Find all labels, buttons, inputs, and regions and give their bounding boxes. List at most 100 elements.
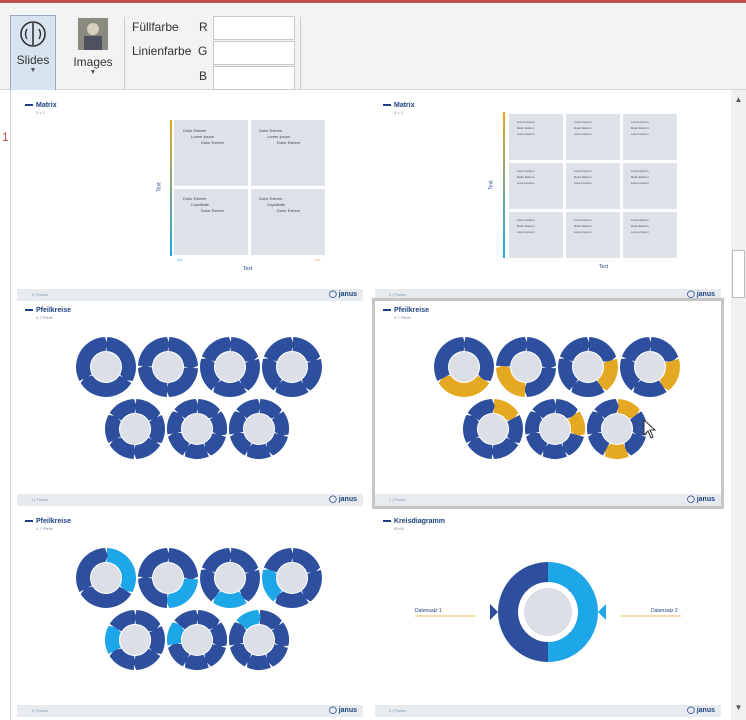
slide-subtitle: 50/50 [394, 526, 405, 531]
cell-text: Lorem Ipsum [191, 134, 215, 139]
y-axis [503, 112, 505, 258]
x-axis-label: Text [599, 264, 609, 270]
slide-thumbnail-1[interactable]: Matrix 3 x 2 Dolor Estrem Lorem Ipsum Do… [17, 96, 363, 301]
slide-subtitle: 3 x 3 [394, 110, 403, 115]
cell-text: Lorem Ipsum [631, 169, 649, 173]
matrix-cell: Lorem Ipsum Dolor Estrem Lorem Ipsum [623, 114, 677, 160]
cell-text: Lorem Ipsum [267, 134, 291, 139]
cell-text: Dolor Estrem [631, 126, 649, 130]
cell-text: Lorem Ipsum [517, 120, 535, 124]
slide-footer: 1 | Footer ◯ janus [375, 494, 721, 506]
cell-text: Lorem Ipsum [574, 230, 592, 234]
slide-footer: 1 | Footer ◯ janus [17, 289, 363, 301]
matrix-cell: Lorem Ipsum Dolor Estrem Lorem Ipsum [623, 163, 677, 209]
cell-text: Dolor Estrem [201, 208, 225, 213]
data-label-right: Datensatz 2 [651, 608, 678, 614]
x-axis-low: Text [177, 258, 183, 262]
slide-thumbnail-5[interactable]: Pfeilkreise 3-7 Pfeile 1 | Footer ◯ janus [17, 512, 363, 717]
cell-text: Lorem Ipsum [631, 120, 649, 124]
g-label: G [198, 44, 208, 58]
cell-text: Dolor Estrem [574, 126, 592, 130]
cell-text: Lorem Ipsum [574, 181, 592, 185]
cell-text: Lorem Ipsum [517, 218, 535, 222]
y-axis-label: Text [156, 182, 163, 192]
data-label-left: Datensatz 1 [415, 608, 442, 614]
x-axis-high: Text [315, 258, 321, 262]
vertical-scrollbar[interactable]: ▲ ▼ [731, 90, 746, 720]
slide-title: Matrix [25, 102, 57, 109]
cell-text: Dolor Estrem [517, 126, 535, 130]
cell-text: Lorem Ipsum [517, 132, 535, 136]
scroll-down-icon[interactable]: ▼ [733, 702, 744, 713]
image-thumbnail-icon [78, 18, 108, 50]
scrollbar-thumb[interactable] [732, 250, 745, 298]
slides-button[interactable]: Slides ▼ [10, 15, 56, 91]
cell-text: Lorem Ipsum [574, 218, 592, 222]
cell-text: Dolor Estrem [574, 224, 592, 228]
slide-title: Pfeilkreise [25, 518, 71, 525]
ribbon-separator [300, 17, 301, 89]
y-axis [170, 120, 172, 256]
cell-text: Lorem Ipsum [574, 132, 592, 136]
arrow-circles-graphic [76, 548, 323, 670]
matrix-cell: Lorem Ipsum Dolor Estrem Lorem Ipsum [623, 212, 677, 258]
arrow-circles-graphic [76, 337, 323, 459]
slide-thumbnail-6[interactable]: Kreisdiagramm 50/50 Datensatz 1 Datensat… [375, 512, 721, 717]
cell-text: Dolor Estrem [259, 128, 283, 133]
cell-text: Dolor Estrem [631, 224, 649, 228]
slide-subtitle: 3-7 Pfeile [36, 315, 53, 320]
slide-subtitle: 3 x 2 [36, 110, 45, 115]
fill-color-label: Füllfarbe [132, 20, 179, 34]
cell-text: Lorem Ipsum [517, 181, 535, 185]
chevron-down-icon: ▼ [89, 69, 97, 76]
images-label: Images [73, 55, 113, 69]
slide-thumbnail-3[interactable]: Pfeilkreise 3-7 Pfeile 1 | Footer ◯ janus [17, 301, 363, 506]
cell-text: Lorem Ipsum [574, 169, 592, 173]
matrix-cell: Lorem Ipsum Dolor Estrem Lorem Ipsum [566, 114, 620, 160]
slide-title: Matrix [383, 102, 415, 109]
slides-label: Slides [16, 53, 50, 67]
cell-text: Dolor Estrem [183, 128, 207, 133]
matrix-cell: Lorem Ipsum Dolor Estrem Lorem Ipsum [509, 163, 563, 209]
cell-text: Dolor Estrem [277, 208, 301, 213]
images-button[interactable]: Images ▼ [66, 15, 120, 91]
matrix-cell: Lorem Ipsum Dolor Estrem Lorem Ipsum [509, 212, 563, 258]
cell-text: Lorem Ipsum [631, 181, 649, 185]
y-axis-label: Text [488, 180, 495, 190]
cell-text: Dolor Estrem [631, 175, 649, 179]
arrow-circles-graphic [434, 337, 680, 459]
cell-text: Cupiditate [191, 202, 210, 207]
cell-text: Cupiditate [267, 202, 286, 207]
slide-footer: 1 | Footer ◯ janus [17, 494, 363, 506]
chevron-down-icon: ▼ [29, 67, 37, 74]
slide-title: Pfeilkreise [383, 307, 429, 314]
slide-thumbnail-2[interactable]: Matrix 3 x 3 Lorem Ipsum Dolor Estrem Lore… [375, 96, 721, 301]
mouse-cursor-icon [643, 419, 657, 439]
slide-footer: 1 | Footer ◯ janus [17, 705, 363, 717]
slide-title: Pfeilkreise [25, 307, 71, 314]
r-value-input[interactable] [213, 16, 295, 40]
cell-text: Dolor Estrem [517, 224, 535, 228]
g-value-input[interactable] [213, 41, 295, 65]
cell-text: Dolor Estrem [259, 196, 283, 201]
slide-gallery: Matrix 3 x 2 Dolor Estrem Lorem Ipsum Do… [10, 90, 731, 720]
cell-text: Dolor Estrem [183, 196, 207, 201]
cell-text: Dolor Estrem [201, 140, 225, 145]
matrix-cell: Lorem Ipsum Dolor Estrem Lorem Ipsum [566, 163, 620, 209]
scroll-up-icon[interactable]: ▲ [733, 94, 744, 105]
slide-number-marker: 1 [2, 130, 9, 144]
slide-subtitle: 3-7 Pfeile [394, 315, 411, 320]
r-label: R [199, 20, 208, 34]
slide-thumbnail-4[interactable]: Pfeilkreise 3-7 Pfeile 1 | Footer ◯ janus [372, 298, 724, 509]
matrix-cell: Lorem Ipsum Dolor Estrem Lorem Ipsum [566, 212, 620, 258]
line-color-label: Linienfarbe [132, 44, 192, 58]
slide-subtitle: 3-7 Pfeile [36, 526, 53, 531]
cell-text: Lorem Ipsum [517, 169, 535, 173]
slide-footer: 1 | Footer ◯ janus [375, 705, 721, 717]
x-axis-label: Text [243, 266, 253, 272]
b-value-input[interactable] [213, 66, 295, 90]
b-label: B [199, 69, 208, 83]
cell-text: Lorem Ipsum [574, 120, 592, 124]
cell-text: Lorem Ipsum [631, 132, 649, 136]
brain-icon [20, 21, 46, 47]
